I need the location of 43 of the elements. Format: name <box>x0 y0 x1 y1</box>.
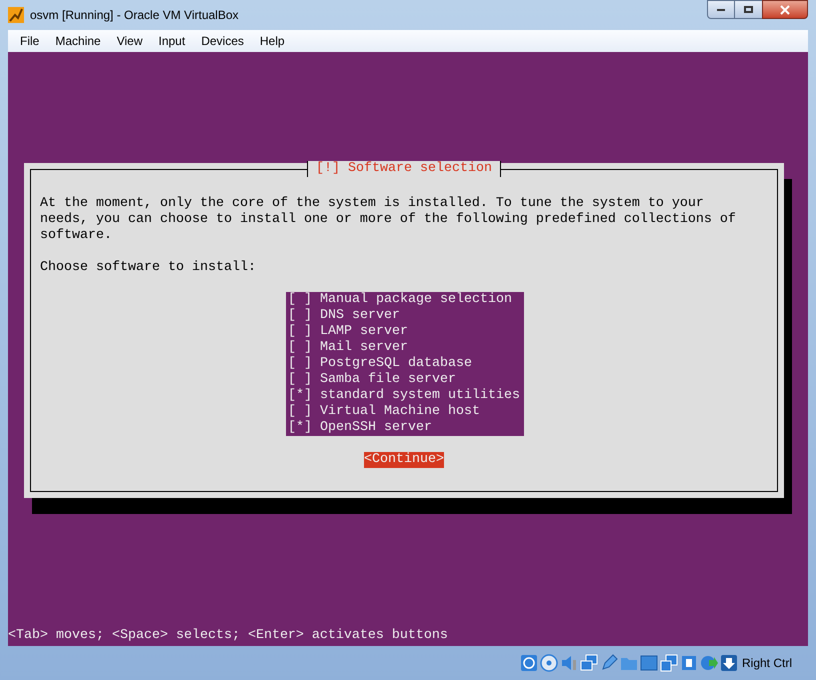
dialog-message: At the moment, only the core of the system is installed. To tune the system to your needs, you can choose to install one or more of the following predefined collections of software. <box>40 196 737 244</box>
checkbox[interactable]: [*] <box>288 420 312 436</box>
prompt-text: Choose software to install: <box>40 260 257 276</box>
checkbox[interactable]: [ ] <box>288 404 312 420</box>
maximize-button[interactable] <box>735 0 762 19</box>
close-icon <box>780 4 790 14</box>
checkbox[interactable]: [ ] <box>288 372 312 388</box>
chip-icon[interactable] <box>680 654 698 672</box>
checkbox[interactable]: [ ] <box>288 356 312 372</box>
arrow-down-icon[interactable] <box>720 654 738 672</box>
continue-button[interactable]: <Continue> <box>364 452 444 468</box>
menu-item[interactable]: File <box>12 32 48 50</box>
minimize-button[interactable] <box>707 0 735 19</box>
list-item-label[interactable]: standard system utilities <box>320 388 520 404</box>
checkbox[interactable]: [*] <box>288 388 312 404</box>
menu-item[interactable]: Devices <box>193 32 252 50</box>
list-item-label[interactable]: Samba file server <box>320 372 456 388</box>
window-title: osvm [Running] - Oracle VM VirtualBox <box>30 7 240 24</box>
host-key-label: Right Ctrl <box>742 655 792 672</box>
list-item-label[interactable]: DNS server <box>320 308 400 324</box>
menu-item[interactable]: View <box>108 32 150 50</box>
menu-item[interactable]: Help <box>252 32 293 50</box>
cd-icon[interactable] <box>540 654 558 672</box>
list-item-label[interactable]: PostgreSQL database <box>320 356 472 372</box>
network-icon[interactable] <box>580 654 598 672</box>
windows-icon[interactable] <box>660 654 678 672</box>
menu-item[interactable]: Machine <box>47 32 109 50</box>
checkbox[interactable]: [ ] <box>288 308 312 324</box>
list-item-label[interactable]: Virtual Machine host <box>320 404 480 420</box>
list-item-label[interactable]: OpenSSH server <box>320 420 432 436</box>
menu-item[interactable]: Input <box>150 32 194 50</box>
app-logo-icon <box>8 7 24 23</box>
list-item-label[interactable]: Manual package selection <box>320 292 512 308</box>
checkbox[interactable]: [ ] <box>288 292 312 308</box>
list-item-label[interactable]: Mail server <box>320 340 408 356</box>
list-item-label[interactable]: LAMP server <box>320 324 408 340</box>
checkbox[interactable]: [ ] <box>288 340 312 356</box>
display-icon[interactable] <box>640 654 658 672</box>
close-button[interactable] <box>762 0 808 19</box>
usb-icon[interactable] <box>600 654 618 672</box>
help-line: <Tab> moves; <Space> selects; <Enter> activates buttons <box>8 628 448 645</box>
dialog-title: [!] Software selection <box>307 161 501 177</box>
checkbox[interactable]: [ ] <box>288 324 312 340</box>
